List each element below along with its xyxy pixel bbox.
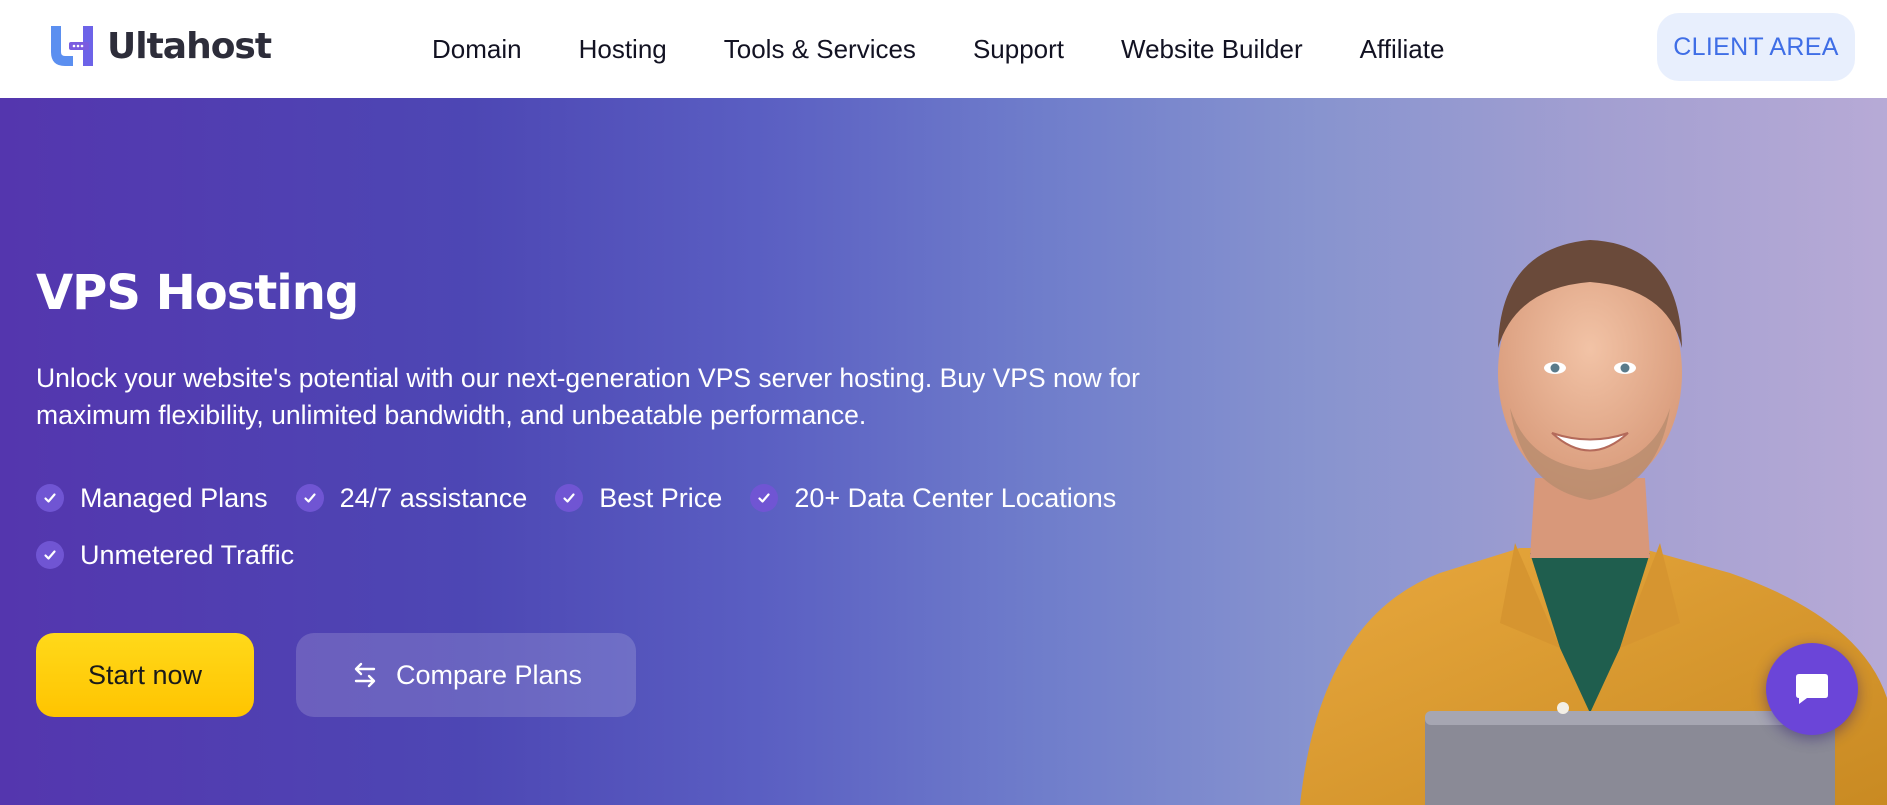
nav-item-domain[interactable]: Domain bbox=[432, 34, 522, 65]
hero-description: Unlock your website's potential with our… bbox=[36, 363, 1140, 430]
compare-plans-button[interactable]: Compare Plans bbox=[296, 633, 636, 717]
ultahost-logo-icon bbox=[51, 26, 93, 66]
page-title: VPS Hosting bbox=[36, 265, 359, 321]
feature-item: Unmetered Traffic bbox=[36, 540, 294, 571]
brand-logo[interactable]: Ultahost bbox=[47, 22, 272, 70]
feature-row: Unmetered Traffic bbox=[36, 540, 1236, 570]
feature-label: Best Price bbox=[599, 482, 723, 513]
site-header: Ultahost Domain Hosting Tools & Services… bbox=[0, 0, 1887, 98]
feature-label: Unmetered Traffic bbox=[80, 539, 295, 570]
swap-arrows-icon bbox=[350, 660, 380, 690]
hero-section: VPS Hosting Unlock your website's potent… bbox=[0, 98, 1887, 805]
feature-row: Managed Plans 24/7 assistance Best Price… bbox=[36, 483, 1236, 513]
chat-button[interactable] bbox=[1766, 643, 1858, 735]
feature-item: 24/7 assistance bbox=[295, 482, 528, 514]
compare-plans-label: Compare Plans bbox=[395, 659, 583, 690]
feature-item: 20+ Data Center Locations bbox=[750, 483, 1116, 514]
start-now-button[interactable]: Start now bbox=[36, 633, 254, 717]
brand-name: Ultahost bbox=[107, 25, 272, 67]
check-icon bbox=[36, 541, 64, 569]
feature-label: Managed Plans bbox=[80, 482, 268, 513]
nav-item-support[interactable]: Support bbox=[973, 34, 1064, 65]
feature-label: 20+ Data Center Locations bbox=[794, 482, 1117, 513]
client-area-button[interactable]: CLIENT AREA bbox=[1657, 13, 1855, 81]
nav-item-website-builder[interactable]: Website Builder bbox=[1121, 34, 1303, 65]
feature-label: 24/7 assistance bbox=[339, 482, 528, 513]
feature-list: Managed Plans 24/7 assistance Best Price… bbox=[36, 483, 1236, 597]
check-icon bbox=[555, 484, 584, 512]
nav-item-hosting[interactable]: Hosting bbox=[579, 34, 667, 65]
nav-item-affiliate[interactable]: Affiliate bbox=[1360, 34, 1445, 65]
chat-bubble-icon bbox=[1796, 674, 1828, 704]
main-nav: Domain Hosting Tools & Services Support … bbox=[432, 0, 1444, 98]
check-icon bbox=[750, 484, 779, 512]
check-icon bbox=[36, 484, 64, 512]
check-icon bbox=[295, 484, 324, 512]
feature-item: Managed Plans bbox=[36, 483, 268, 514]
feature-item: Best Price bbox=[555, 483, 722, 514]
nav-item-tools-services[interactable]: Tools & Services bbox=[724, 34, 916, 65]
